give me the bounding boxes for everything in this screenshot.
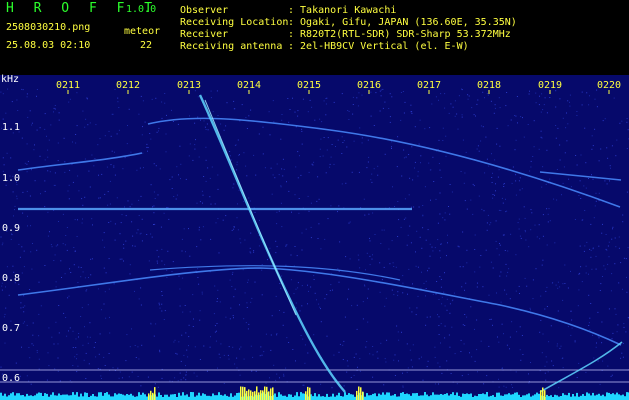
- activity-burst: [362, 391, 364, 400]
- carrier-trace-lower: [17, 267, 622, 346]
- activity-burst: [250, 390, 252, 400]
- activity-burst: [150, 390, 152, 400]
- activity-burst: [305, 391, 307, 400]
- activity-burst: [154, 387, 156, 400]
- time-tick-label: 0211: [56, 80, 81, 91]
- time-tick-label: 0218: [477, 80, 502, 91]
- activity-burst: [264, 386, 266, 400]
- time-tick-label: 0215: [297, 80, 322, 91]
- activity-burst: [244, 387, 246, 400]
- activity-burst: [268, 391, 270, 400]
- activity-burst: [307, 386, 309, 400]
- freq-tick-label: 0.8: [2, 273, 21, 284]
- noise-floor: [0, 386, 629, 400]
- time-tick-label: 0220: [597, 80, 622, 91]
- unit-label: kHz: [1, 74, 20, 85]
- time-tick-label: 0214: [237, 80, 262, 91]
- carrier-trace-upper: [147, 117, 621, 208]
- activity-burst: [260, 390, 262, 400]
- activity-burst: [152, 392, 154, 400]
- time-tick-label: 0213: [177, 80, 202, 91]
- activity-burst: [262, 390, 264, 400]
- activity-burst: [248, 389, 250, 400]
- activity-burst: [358, 386, 360, 400]
- noise-speckle: [0, 88, 629, 389]
- freq-tick-label: 0.9: [2, 223, 21, 234]
- carrier-trace-upper-left: [17, 152, 143, 171]
- activity-burst: [309, 387, 311, 400]
- freq-tick-label: 0.7: [2, 323, 21, 334]
- activity-burst: [272, 387, 274, 400]
- time-tick-label: 0212: [116, 80, 141, 91]
- activity-burst: [252, 391, 254, 400]
- activity-burst: [266, 386, 268, 400]
- hrofft-spectrogram-window: H R O F F T 1.0.0 2508030210.png 25.08.0…: [0, 0, 629, 400]
- activity-burst: [356, 390, 358, 400]
- activity-burst: [542, 387, 544, 400]
- time-tick-label: 0216: [357, 80, 382, 91]
- activity-burst: [540, 390, 542, 400]
- carrier-trace-upper-right: [539, 171, 622, 181]
- activity-burst: [148, 393, 150, 400]
- freq-tick-label: 1.1: [2, 122, 21, 133]
- activity-burst: [544, 390, 546, 400]
- time-tick-label: 0217: [417, 80, 442, 91]
- spectrogram-plot: [0, 88, 629, 400]
- rising-echo: [539, 341, 623, 393]
- activity-burst: [258, 392, 260, 400]
- activity-burst: [270, 388, 272, 400]
- activity-burst: [360, 387, 362, 400]
- activity-burst: [240, 386, 242, 400]
- time-tick-label: 0219: [538, 80, 563, 91]
- activity-burst: [254, 391, 256, 400]
- activity-burst: [242, 386, 244, 400]
- activity-burst: [246, 390, 248, 400]
- freq-tick-label: 0.6: [2, 373, 21, 384]
- activity-burst: [256, 386, 258, 400]
- freq-tick-label: 1.0: [2, 173, 21, 184]
